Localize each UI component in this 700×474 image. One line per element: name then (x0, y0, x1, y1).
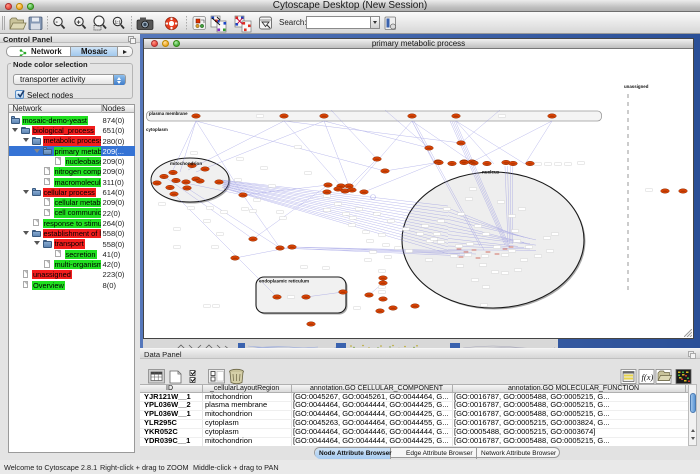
svg-text:cytoplasm: cytoplasm (146, 127, 168, 132)
svg-text:endoplasmic reticulum: endoplasmic reticulum (259, 279, 309, 284)
svg-text:mitochondrion: mitochondrion (170, 161, 202, 166)
svg-text:plasma membrane: plasma membrane (149, 111, 188, 116)
svg-text:f(x): f(x) (642, 372, 654, 382)
svg-text:+: + (77, 20, 81, 27)
svg-text:1:1: 1:1 (115, 20, 122, 25)
svg-text:nucleus: nucleus (482, 170, 500, 175)
svg-text:unassigned: unassigned (624, 84, 649, 89)
